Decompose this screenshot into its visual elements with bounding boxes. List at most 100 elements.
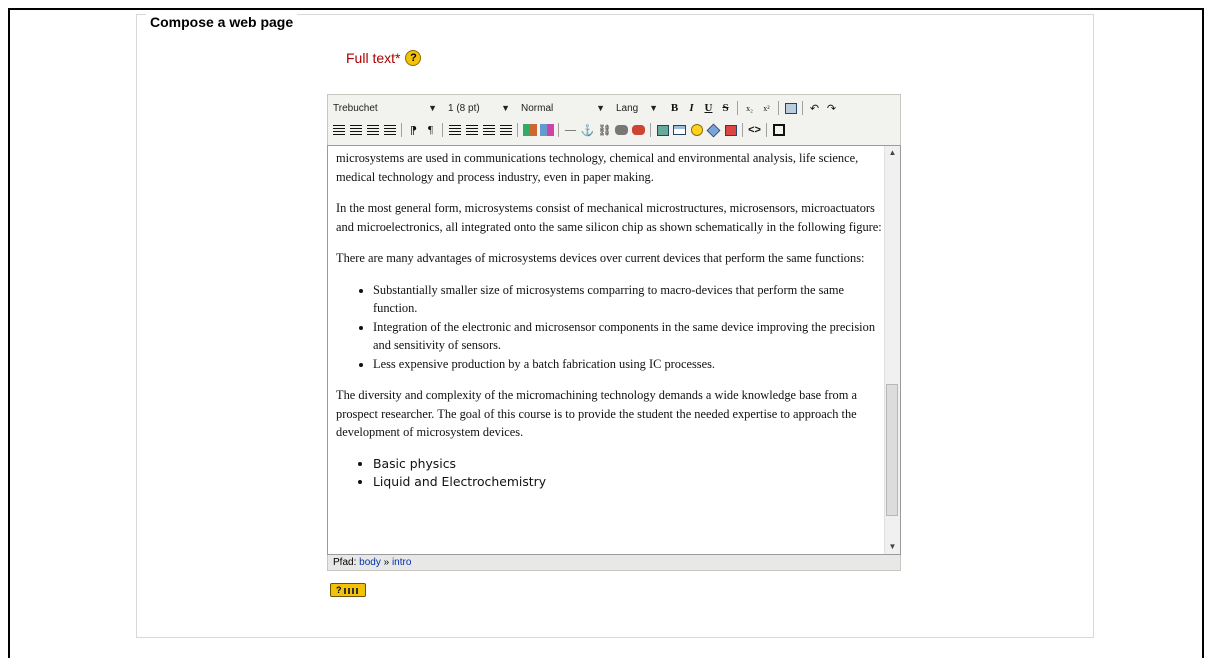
- toolbar-separator: [778, 101, 779, 115]
- fullscreen-button[interactable]: [770, 122, 787, 139]
- editor-toolbar: Trebuchet ▼ 1 (8 pt) ▼ Normal ▼ Lang ▼ B I U…: [327, 94, 901, 145]
- superscript-button[interactable]: x²: [758, 100, 775, 117]
- toolbar-separator: [558, 123, 559, 137]
- language-select[interactable]: Lang ▼: [613, 100, 661, 116]
- italic-button[interactable]: I: [683, 100, 700, 117]
- scrollbar-thumb[interactable]: [886, 384, 898, 516]
- link-button[interactable]: ⛓: [596, 122, 613, 139]
- insert-smiley-button[interactable]: [688, 122, 705, 139]
- html-editor: Trebuchet ▼ 1 (8 pt) ▼ Normal ▼ Lang ▼ B I U…: [327, 94, 901, 571]
- toolbar-separator: [442, 123, 443, 137]
- text-color-icon: [522, 124, 537, 136]
- outdent-button[interactable]: [480, 122, 497, 139]
- editor-help-button[interactable]: ?: [330, 583, 366, 597]
- paragraph-3: There are many advantages of microsystem…: [336, 251, 865, 265]
- paragraph-format-value: Normal: [521, 102, 554, 114]
- unordered-list-button[interactable]: [463, 122, 480, 139]
- status-path-bar: Pfad: body » intro: [327, 555, 901, 571]
- align-right-button[interactable]: [364, 122, 381, 139]
- align-left-icon: [332, 124, 345, 136]
- paragraph-format-select[interactable]: Normal ▼: [518, 100, 608, 116]
- clipboard-icon: [784, 102, 797, 114]
- search-replace-button[interactable]: [722, 122, 739, 139]
- list-item: Liquid and Electrochemistry: [373, 473, 884, 492]
- help-icon[interactable]: ?: [405, 50, 422, 66]
- editor-content[interactable]: microsystems are used in communications …: [336, 149, 884, 553]
- paragraph-1: microsystems are used in communications …: [336, 151, 859, 184]
- list-item: Substantially smaller size of microsyste…: [373, 281, 884, 318]
- chevron-down-icon: ▼: [428, 103, 437, 113]
- paragraph-4: The diversity and complexity of the micr…: [336, 388, 857, 439]
- redo-button[interactable]: ↷: [823, 100, 840, 117]
- special-char-icon: [706, 123, 721, 137]
- paste-word-button[interactable]: [782, 100, 799, 117]
- toolbar-row-1: Trebuchet ▼ 1 (8 pt) ▼ Normal ▼ Lang ▼ B I U…: [330, 98, 840, 118]
- font-family-select[interactable]: Trebuchet ▼: [330, 100, 440, 116]
- paragraph-2: In the most general form, microsystems c…: [336, 201, 882, 234]
- chevron-down-icon: ▼: [649, 103, 658, 113]
- horizontal-rule-button[interactable]: —: [562, 122, 579, 139]
- insert-char-button[interactable]: [705, 122, 722, 139]
- align-left-button[interactable]: [330, 122, 347, 139]
- font-size-select[interactable]: 1 (8 pt) ▼: [445, 100, 513, 116]
- indent-icon: [499, 124, 512, 136]
- strikethrough-button[interactable]: S: [717, 100, 734, 117]
- editor-scrollbar[interactable]: ▲ ▼: [884, 146, 900, 554]
- insert-table-button[interactable]: [671, 122, 688, 139]
- advantages-list: Substantially smaller size of microsyste…: [336, 281, 884, 374]
- search-replace-icon: [724, 124, 737, 136]
- bold-button[interactable]: B: [666, 100, 683, 117]
- list-item: Less expensive production by a batch fab…: [373, 355, 884, 374]
- list-item: Integration of the electronic and micros…: [373, 318, 884, 355]
- language-value: Lang: [616, 102, 639, 114]
- toolbar-separator: [742, 123, 743, 137]
- rtl-button[interactable]: ¶: [422, 122, 439, 139]
- chevron-down-icon: ▼: [596, 103, 605, 113]
- smiley-icon: [690, 124, 703, 136]
- chevron-down-icon: ▼: [501, 103, 510, 113]
- underline-button[interactable]: U: [700, 100, 717, 117]
- scroll-down-arrow[interactable]: ▼: [885, 540, 900, 554]
- unlink-icon: [632, 125, 645, 135]
- list-item: Basic physics: [373, 455, 884, 474]
- toolbar-row-2: ⁋ ¶ — ⚓ ⛓ <>: [330, 120, 787, 140]
- ordered-list-button[interactable]: [446, 122, 463, 139]
- justify-button[interactable]: [381, 122, 398, 139]
- insert-image-button[interactable]: [654, 122, 671, 139]
- unlink-button[interactable]: [630, 122, 647, 139]
- toolbar-separator: [802, 101, 803, 115]
- justify-icon: [383, 124, 396, 136]
- full-text-label-row: Full text* ?: [346, 50, 422, 66]
- path-link-intro[interactable]: intro: [392, 557, 411, 568]
- unordered-list-icon: [465, 124, 478, 136]
- toolbar-separator: [766, 123, 767, 137]
- indent-button[interactable]: [497, 122, 514, 139]
- undo-button[interactable]: ↶: [806, 100, 823, 117]
- nolink-button[interactable]: [613, 122, 630, 139]
- toolbar-separator: [737, 101, 738, 115]
- ordered-list-icon: [448, 124, 461, 136]
- path-separator: »: [383, 557, 390, 568]
- outdent-icon: [482, 124, 495, 136]
- path-link-body[interactable]: body: [359, 557, 381, 568]
- editor-content-area[interactable]: microsystems are used in communications …: [327, 145, 901, 555]
- background-color-icon: [539, 124, 554, 136]
- html-source-button[interactable]: <>: [746, 122, 763, 139]
- ltr-button[interactable]: ⁋: [405, 122, 422, 139]
- table-icon: [673, 125, 686, 135]
- font-family-value: Trebuchet: [333, 102, 378, 114]
- anchor-button[interactable]: ⚓: [579, 122, 596, 139]
- align-center-button[interactable]: [347, 122, 364, 139]
- topics-list: Basic physics Liquid and Electrochemistr…: [336, 455, 884, 492]
- toolbar-separator: [401, 123, 402, 137]
- subscript-button[interactable]: x₂: [741, 100, 758, 117]
- toolbar-separator: [650, 123, 651, 137]
- text-color-button[interactable]: [521, 122, 538, 139]
- align-center-icon: [349, 124, 362, 136]
- align-right-icon: [366, 124, 379, 136]
- image-icon: [656, 124, 669, 136]
- path-prefix: Pfad:: [333, 557, 357, 568]
- full-text-label: Full text*: [346, 50, 401, 66]
- scroll-up-arrow[interactable]: ▲: [885, 146, 900, 160]
- background-color-button[interactable]: [538, 122, 555, 139]
